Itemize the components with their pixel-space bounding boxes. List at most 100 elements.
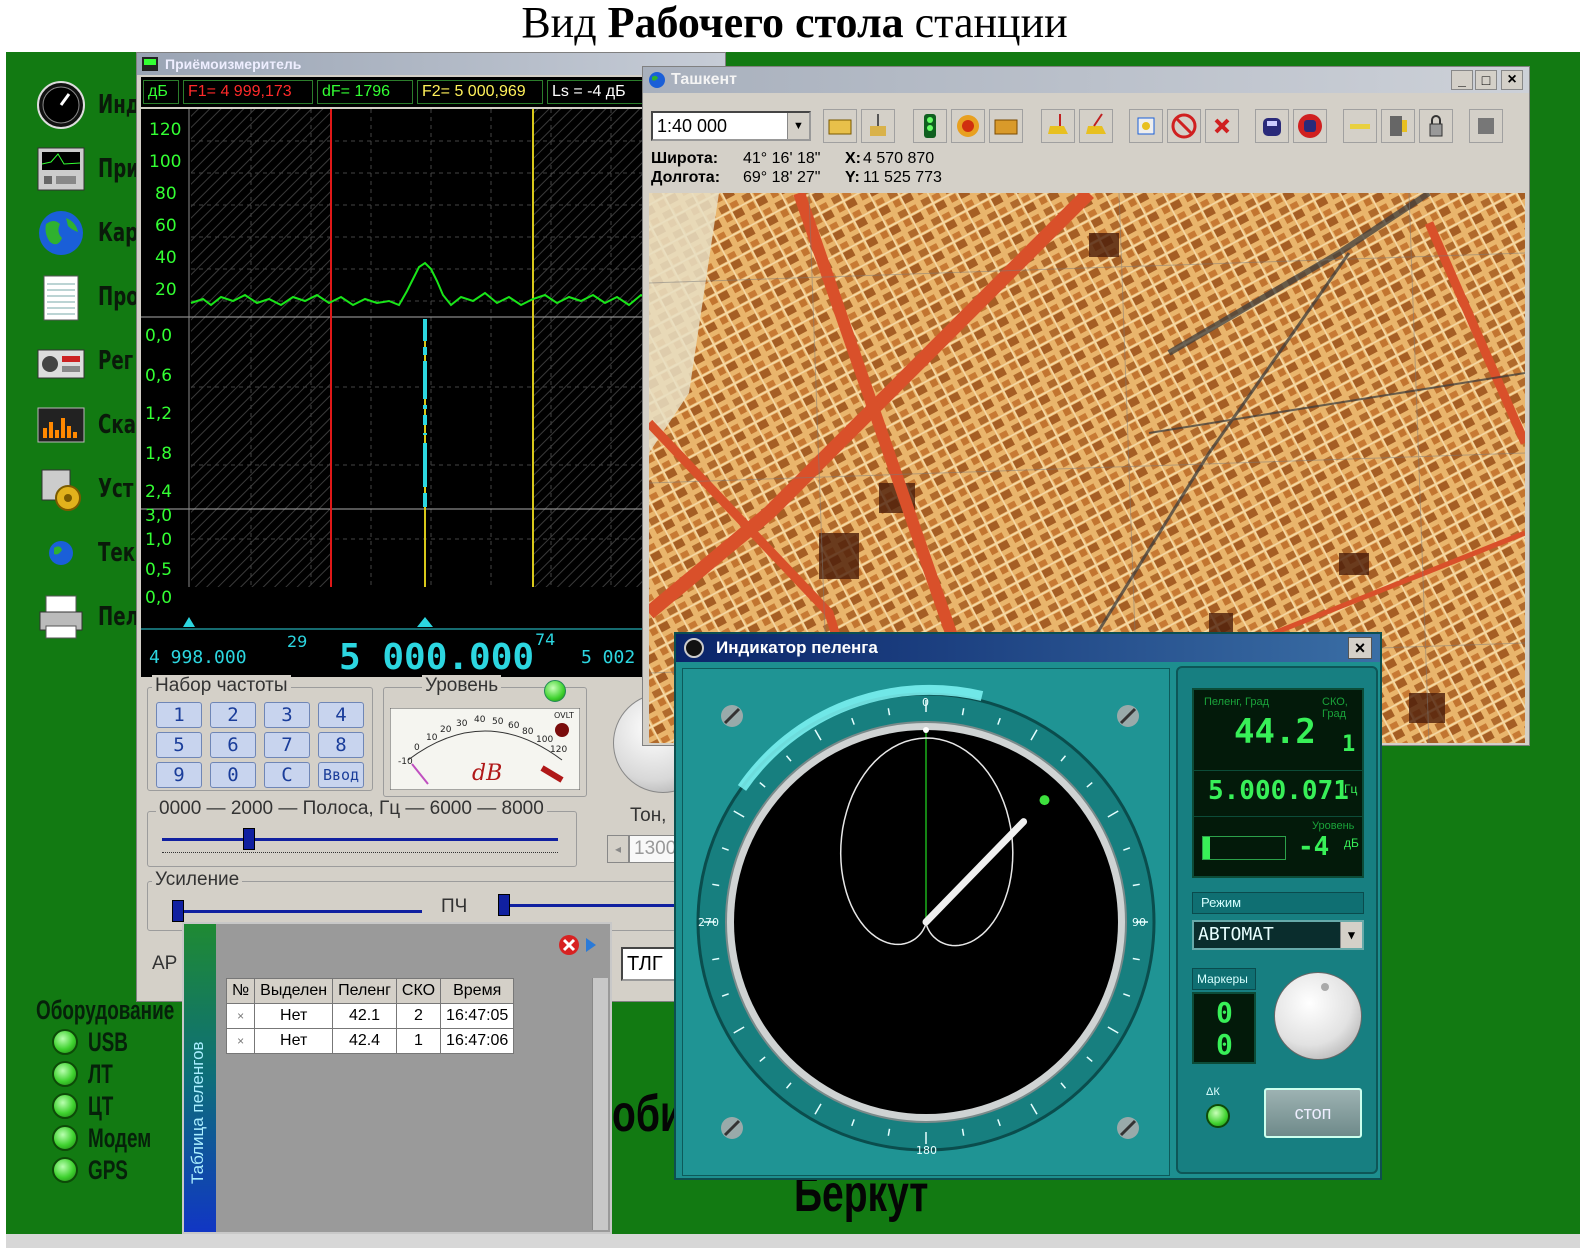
sko-value: 1 — [1342, 732, 1356, 757]
equipment-label: Модем — [88, 1123, 152, 1153]
column-bearing[interactable]: Пеленг — [332, 978, 397, 1004]
close-icon[interactable] — [558, 934, 580, 956]
cancel-icon[interactable] — [1167, 109, 1201, 143]
svg-text:100: 100 — [536, 735, 553, 745]
key-1[interactable]: 1 — [156, 702, 202, 728]
marker-icon[interactable] — [1129, 109, 1163, 143]
markers-knob[interactable] — [1274, 972, 1362, 1060]
key-clear[interactable]: C — [264, 762, 310, 788]
mode-select[interactable]: АВТОМАТ ▼ — [1192, 920, 1364, 950]
stop-icon[interactable] — [1469, 109, 1503, 143]
svg-text:0,0: 0,0 — [145, 326, 172, 346]
compass-dial: 0 90 180 270 — [681, 667, 1171, 1177]
play-icon[interactable] — [584, 936, 598, 954]
minimize-button[interactable]: _ — [1451, 70, 1473, 90]
chevron-down-icon: ▼ — [787, 113, 809, 139]
marker-f2-readout: F2= 5 000,969 — [417, 80, 543, 104]
column-time[interactable]: Время — [440, 978, 515, 1004]
tuning-pointer[interactable] — [417, 617, 433, 627]
column-sko[interactable]: СКО — [395, 978, 442, 1004]
car-icon[interactable] — [1255, 109, 1289, 143]
key-4[interactable]: 4 — [318, 702, 364, 728]
svg-text:90: 90 — [1132, 916, 1146, 929]
tone-decrease-button[interactable]: ◂ — [607, 835, 629, 863]
row-bearing: 42.4 — [332, 1028, 397, 1054]
bandwidth-track — [162, 838, 558, 841]
receiver-titlebar[interactable]: Приёмоизмеритель — [137, 53, 725, 75]
svg-text:20: 20 — [155, 280, 177, 300]
status-led — [52, 1125, 78, 1151]
marker-f1-readout: F1= 4 999,173 — [183, 80, 313, 104]
row-number: × — [225, 1028, 256, 1054]
receiver-app-icon — [142, 57, 158, 71]
spectrum-plot[interactable]: 120 100 80 60 40 20 0,0 0,6 1,2 1,8 2,4 … — [141, 109, 724, 617]
status-led — [52, 1029, 78, 1055]
map-coordinates: Широта: 41° 16' 18" Долгота: 69° 18' 27"… — [651, 149, 1251, 189]
key-6[interactable]: 6 — [210, 732, 256, 758]
frequency-scale: 4 998.000 29 5 000.000 74 5 002 — [141, 617, 723, 678]
svg-text:0: 0 — [414, 743, 420, 753]
map-titlebar[interactable]: Ташкент _ □ × — [643, 67, 1529, 93]
row-time: 16:47:05 — [440, 1003, 515, 1029]
key-5[interactable]: 5 — [156, 732, 202, 758]
bandwidth-panel: 0000 — 2000 — Полоса, Гц — 6000 — 8000 — [147, 798, 577, 867]
key-3[interactable]: 3 — [264, 702, 310, 728]
bearing-titlebar[interactable]: Индикатор пеленга × — [676, 634, 1380, 662]
open-folder-icon[interactable] — [823, 109, 857, 143]
tone-label: Тон, — [627, 805, 670, 827]
if-gain-thumb[interactable] — [498, 894, 510, 916]
key-2[interactable]: 2 — [210, 702, 256, 728]
svg-text:120: 120 — [550, 745, 567, 755]
no-car-icon[interactable] — [1293, 109, 1327, 143]
key-0[interactable]: 0 — [210, 762, 256, 788]
taskbar — [6, 1234, 1580, 1248]
settings-icon[interactable] — [1381, 109, 1415, 143]
bandwidth-thumb[interactable] — [243, 828, 256, 850]
key-enter[interactable]: Ввод — [318, 762, 364, 788]
flag-yellow-icon[interactable] — [1041, 109, 1075, 143]
table-row[interactable]: × Нет 42.1 2 16:47:05 — [225, 1003, 515, 1029]
map-app-icon — [649, 72, 665, 88]
delete-icon[interactable] — [1205, 109, 1239, 143]
frequency-keypad-panel: Набор частоты 1 2 3 4 5 6 7 8 9 0 C Ввод — [147, 675, 373, 791]
table-row[interactable]: × Нет 42.4 1 16:47:06 — [225, 1028, 515, 1054]
svg-text:40: 40 — [155, 248, 177, 268]
svg-text:1,2: 1,2 — [145, 404, 172, 424]
line-icon[interactable] — [1343, 109, 1377, 143]
level-label: Уровень — [1312, 820, 1355, 832]
bearing-value: 44.2 — [1234, 712, 1316, 752]
key-8[interactable]: 8 — [318, 732, 364, 758]
desktop-icon-label: Тек — [98, 538, 136, 568]
desktop-icon-label: Уст — [98, 474, 134, 504]
vehicle-icon[interactable] — [989, 109, 1023, 143]
notepad-icon — [43, 275, 79, 321]
close-button[interactable]: × — [1348, 637, 1372, 659]
lock-icon[interactable] — [1419, 109, 1453, 143]
row-time: 16:47:06 — [440, 1028, 515, 1054]
station-icon[interactable] — [861, 109, 895, 143]
chevron-down-icon: ▼ — [1340, 922, 1362, 948]
x-label: X: — [845, 150, 861, 167]
gain-title: Усиление — [152, 869, 243, 891]
gain-thumb[interactable] — [172, 900, 184, 922]
key-9[interactable]: 9 — [156, 762, 202, 788]
column-selected[interactable]: Выделен — [254, 978, 334, 1004]
maximize-button[interactable]: □ — [1475, 70, 1497, 90]
column-number[interactable]: № — [225, 978, 256, 1004]
target-icon[interactable] — [951, 109, 985, 143]
table-scrollbar[interactable] — [592, 978, 608, 1230]
dk-label: ΔК — [1206, 1086, 1220, 1098]
svg-text:OVLT: OVLT — [554, 711, 574, 720]
gauge-icon — [37, 81, 85, 129]
stop-button[interactable]: стоп — [1264, 1088, 1362, 1138]
level-title: Уровень — [422, 675, 502, 697]
key-7[interactable]: 7 — [264, 732, 310, 758]
page-caption: Вид Рабочего стола станции — [0, 0, 1589, 50]
map-scale-select[interactable]: 1:40 000 ▼ — [651, 111, 811, 141]
equipment-label: GPS — [88, 1155, 128, 1185]
svg-text:2,4: 2,4 — [145, 482, 172, 502]
traffic-light-icon[interactable] — [913, 109, 947, 143]
y-label: Y: — [845, 169, 860, 186]
flag-red-icon[interactable] — [1079, 109, 1113, 143]
close-button[interactable]: × — [1501, 70, 1523, 90]
